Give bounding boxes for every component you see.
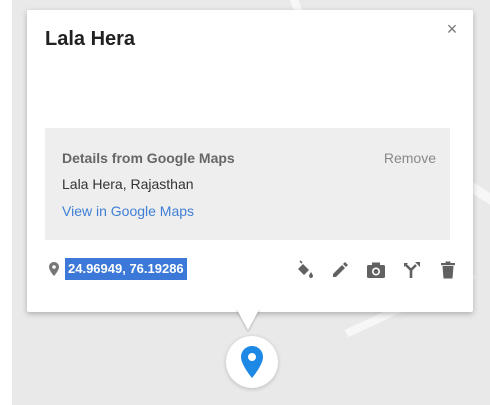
pencil-icon[interactable] (329, 259, 351, 281)
map-pin-small-icon (49, 262, 59, 276)
trash-icon[interactable] (437, 259, 459, 281)
remove-link[interactable]: Remove (384, 150, 436, 166)
coordinates-text[interactable]: 24.96949, 76.19286 (65, 258, 187, 280)
map-marker-icon[interactable] (226, 336, 278, 388)
place-info-card: Lala Hera × Details from Google Maps Rem… (27, 10, 473, 312)
details-heading: Details from Google Maps (62, 150, 235, 166)
coordinates-row: 24.96949, 76.19286 (49, 258, 459, 282)
directions-fork-icon[interactable] (401, 259, 423, 281)
place-address: Lala Hera, Rajasthan (62, 176, 194, 192)
paint-bucket-icon[interactable] (293, 259, 315, 281)
view-in-google-maps-link[interactable]: View in Google Maps (62, 203, 194, 219)
toolbar (279, 258, 459, 282)
details-panel: Details from Google Maps Remove Lala Her… (45, 128, 450, 240)
camera-icon[interactable] (365, 259, 387, 281)
card-pointer (236, 308, 260, 330)
close-button[interactable]: × (445, 20, 459, 38)
place-title[interactable]: Lala Hera (45, 28, 135, 51)
